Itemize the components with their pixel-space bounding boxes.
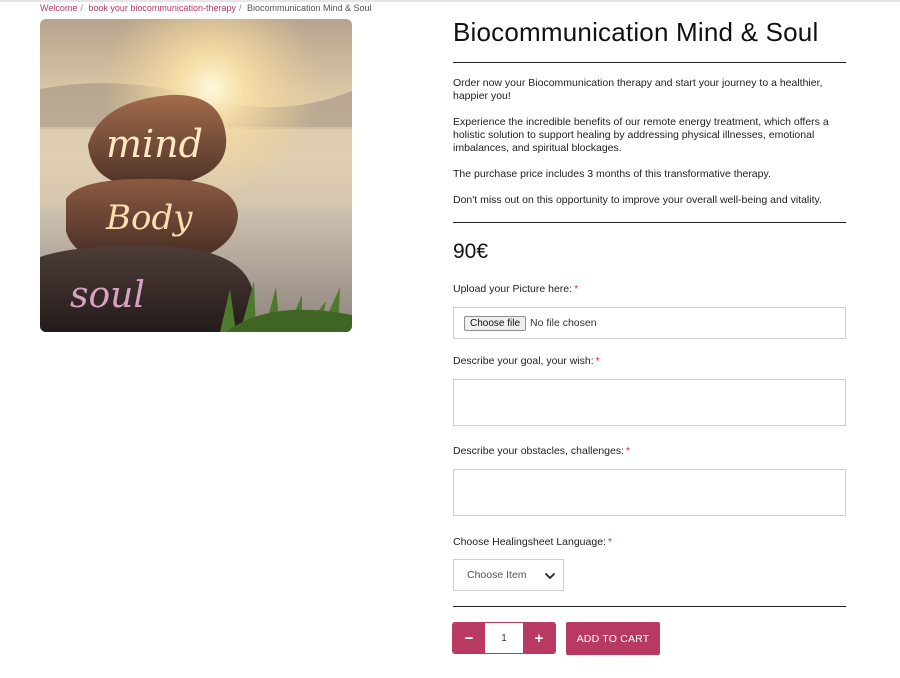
obstacles-label-text: Describe your obstacles, challenges: xyxy=(453,445,625,457)
add-to-cart-button[interactable]: ADD TO CART xyxy=(566,622,660,655)
breadcrumb-link-welcome[interactable]: Welcome xyxy=(40,3,77,13)
increase-quantity-button[interactable]: + xyxy=(523,623,555,653)
top-border xyxy=(0,0,900,2)
obstacles-label: Describe your obstacles, challenges: * xyxy=(453,445,630,457)
required-mark: * xyxy=(626,445,631,457)
breadcrumb: Welcome / book your biocommunication-ther… xyxy=(40,3,372,13)
file-status: No file chosen xyxy=(530,317,597,329)
title-divider xyxy=(453,62,846,63)
breadcrumb-separator: / xyxy=(238,3,242,13)
description-paragraph: The purchase price includes 3 months of … xyxy=(453,168,771,180)
choose-file-button[interactable]: Choose file xyxy=(464,315,527,331)
decrease-quantity-button[interactable]: − xyxy=(453,623,485,653)
language-select-value: Choose Item xyxy=(467,569,527,581)
description-paragraph: Order now your Biocommunication therapy … xyxy=(453,77,823,102)
product-description: Order now your Biocommunication therapy … xyxy=(453,77,846,220)
breadcrumb-current: Biocommunication Mind & Soul xyxy=(247,3,372,13)
upload-label: Upload your Picture here: * xyxy=(453,283,578,295)
breadcrumb-link-category[interactable]: book your biocommunication-therapy xyxy=(88,3,236,13)
product-title: Biocommunication Mind & Soul xyxy=(453,17,819,47)
stone-word-mind: mind xyxy=(106,122,203,166)
product-image: mind Body soul xyxy=(40,19,352,332)
picture-upload-field[interactable]: Choose file No file chosen xyxy=(453,307,846,339)
product-photo: mind Body soul xyxy=(40,19,352,332)
required-mark: * xyxy=(574,283,579,295)
obstacles-textarea[interactable] xyxy=(453,469,846,516)
language-label: Choose Healingsheet Language: * xyxy=(453,536,612,548)
product-price: 90€ xyxy=(453,240,489,263)
quantity-stepper: − 1 + xyxy=(452,622,556,654)
form-divider xyxy=(453,606,846,607)
chevron-down-icon xyxy=(545,573,555,579)
goal-label-text: Describe your goal, your wish: xyxy=(453,355,594,367)
goal-textarea[interactable] xyxy=(453,379,846,426)
required-mark: * xyxy=(595,355,600,367)
stone-word-body: Body xyxy=(105,198,193,238)
breadcrumb-separator: / xyxy=(80,3,83,13)
language-select[interactable]: Choose Item xyxy=(453,559,564,591)
required-mark: * xyxy=(607,536,613,548)
description-paragraph: Experience the incredible benefits of ou… xyxy=(453,116,829,154)
goal-label: Describe your goal, your wish: * xyxy=(453,355,600,367)
language-label-text: Choose Healingsheet Language: xyxy=(453,536,606,548)
quantity-value[interactable]: 1 xyxy=(485,623,523,653)
upload-label-text: Upload your Picture here: xyxy=(453,283,573,295)
description-divider xyxy=(453,222,846,223)
stone-word-soul: soul xyxy=(70,275,145,316)
description-paragraph: Don't miss out on this opportunity to im… xyxy=(453,194,822,206)
